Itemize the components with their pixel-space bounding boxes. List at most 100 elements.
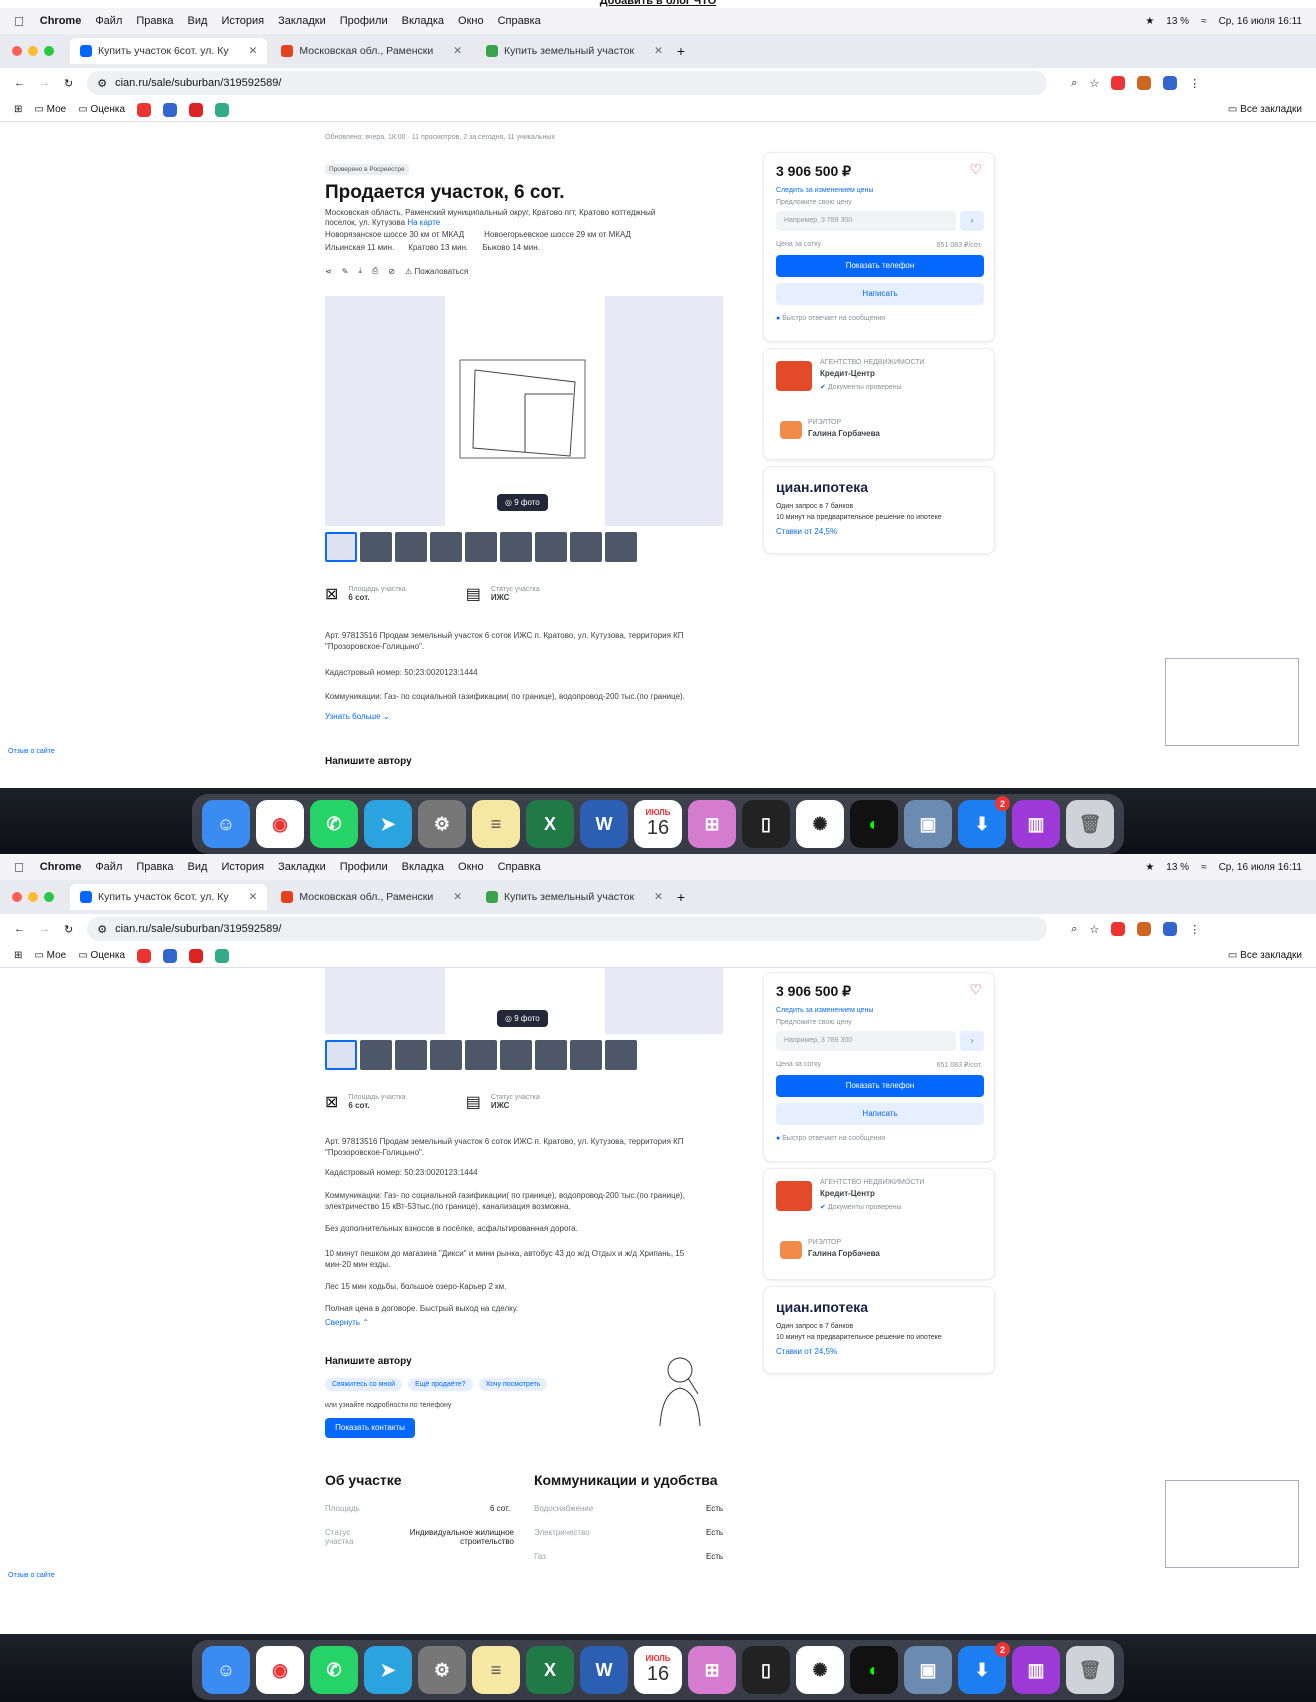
- wifi-icon[interactable]: ≈: [1201, 16, 1207, 27]
- write-button[interactable]: Написать: [776, 283, 984, 305]
- word-icon[interactable]: W: [580, 1646, 628, 1694]
- minimap-preview[interactable]: [1165, 658, 1299, 746]
- reload-icon[interactable]: ↻: [64, 923, 73, 936]
- menu-file[interactable]: Файл: [95, 861, 122, 873]
- zoom-icon[interactable]: ⌕: [1071, 923, 1077, 936]
- agency-name[interactable]: Кредит-Центр: [820, 369, 875, 378]
- forward-icon[interactable]: →: [39, 77, 50, 89]
- calendar-icon[interactable]: ИЮЛЬ 16: [634, 800, 682, 848]
- thumbnail[interactable]: [360, 532, 392, 562]
- menu-bookmarks[interactable]: Закладки: [278, 15, 326, 27]
- iphone-mirroring-icon[interactable]: ▯: [742, 1646, 790, 1694]
- calendar-icon[interactable]: ИЮЛЬ 16: [634, 1646, 682, 1694]
- close-tab-icon[interactable]: ✕: [453, 45, 462, 57]
- notebook-icon[interactable]: ▥: [1012, 1646, 1060, 1694]
- terminal-icon[interactable]: ◐: [850, 800, 898, 848]
- back-icon[interactable]: ←: [14, 77, 25, 89]
- show-less-link[interactable]: Свернуть ⌃: [325, 1318, 369, 1327]
- launchpad-icon[interactable]: ⊞: [688, 1646, 736, 1694]
- photo-gallery[interactable]: ◎ 9 фото: [325, 968, 723, 1034]
- show-contacts-button[interactable]: Показать контакты: [325, 1418, 415, 1438]
- menu-tab[interactable]: Вкладка: [402, 861, 444, 873]
- app-store-icon[interactable]: ⬇ 2: [958, 1642, 1010, 1694]
- menu-app-name[interactable]: Chrome: [40, 15, 82, 27]
- bluetooth-icon[interactable]: ★: [1145, 16, 1154, 27]
- tab-3[interactable]: Купить земельный участок ✕: [476, 38, 673, 64]
- finder-icon[interactable]: ☺: [202, 1646, 250, 1694]
- notes-icon[interactable]: ≡: [472, 1646, 520, 1694]
- preview-icon[interactable]: ▣: [904, 800, 952, 848]
- mortgage-card[interactable]: циан.ипотека Один запрос в 7 банков 10 м…: [763, 1286, 995, 1374]
- bookmark-icon[interactable]: [137, 948, 152, 963]
- thumbnail[interactable]: [430, 1040, 462, 1070]
- whatsapp-icon[interactable]: ✆: [310, 1646, 358, 1694]
- thumbnail[interactable]: [605, 1040, 637, 1070]
- thumbnail[interactable]: [535, 1040, 567, 1070]
- more-icon[interactable]: ⋮: [1189, 923, 1200, 936]
- quick-reply-chip[interactable]: Ещё продаёте?: [408, 1378, 473, 1391]
- realtor-name[interactable]: Галина Горбачева: [808, 429, 880, 438]
- follow-price-link[interactable]: Следить за изменением цены: [776, 187, 873, 194]
- menu-bookmarks[interactable]: Закладки: [278, 861, 326, 873]
- offer-submit-icon[interactable]: ›: [960, 1031, 984, 1051]
- edit-icon[interactable]: ✎: [342, 267, 349, 276]
- show-phone-button[interactable]: Показать телефон: [776, 255, 984, 277]
- site-settings-icon[interactable]: ⚙: [97, 77, 107, 90]
- menu-profiles[interactable]: Профили: [340, 15, 388, 27]
- chatgpt-icon[interactable]: ✺: [796, 1646, 844, 1694]
- menu-window[interactable]: Окно: [458, 861, 484, 873]
- thumbnail[interactable]: [325, 532, 357, 562]
- apple-icon[interactable]: : [14, 14, 24, 29]
- menu-edit[interactable]: Правка: [136, 861, 173, 873]
- bookmark-folder[interactable]: ▭ Оценка: [78, 104, 125, 115]
- zoom-window-button[interactable]: [44, 46, 54, 56]
- complain-button[interactable]: ⚠ Пожаловаться: [405, 267, 468, 276]
- thumbnail[interactable]: [570, 1040, 602, 1070]
- feedback-link[interactable]: Отзыв о сайте: [8, 748, 55, 755]
- new-tab-icon[interactable]: +: [677, 43, 685, 59]
- thumbnail[interactable]: [535, 532, 567, 562]
- clock[interactable]: Ср, 16 июля 16:11: [1219, 862, 1302, 873]
- thumbnail[interactable]: [360, 1040, 392, 1070]
- mortgage-card[interactable]: циан.ипотека Один запрос в 7 банков 10 м…: [763, 466, 995, 554]
- bookmark-icon[interactable]: [189, 948, 204, 963]
- show-more-link[interactable]: Узнать больше ⌄: [325, 712, 390, 721]
- menu-file[interactable]: Файл: [95, 15, 122, 27]
- telegram-icon[interactable]: ➤: [364, 1646, 412, 1694]
- thumbnail[interactable]: [500, 532, 532, 562]
- word-icon[interactable]: W: [580, 800, 628, 848]
- tab-2[interactable]: Московская обл., Раменски ✕: [271, 884, 472, 910]
- extension-icon[interactable]: [1163, 76, 1178, 90]
- print-icon[interactable]: ⎙: [372, 266, 378, 276]
- bookmark-folder[interactable]: ▭ Мое: [34, 104, 66, 115]
- map-link[interactable]: На карте: [407, 218, 440, 227]
- close-tab-icon[interactable]: ✕: [654, 45, 663, 57]
- wifi-icon[interactable]: ≈: [1201, 862, 1207, 873]
- close-tab-icon[interactable]: ✕: [654, 891, 663, 903]
- offer-price-input[interactable]: Например, 3 789 300: [776, 211, 956, 231]
- chrome-icon[interactable]: ◉: [256, 1646, 304, 1694]
- offer-submit-icon[interactable]: ›: [960, 211, 984, 231]
- realtor-name[interactable]: Галина Горбачева: [808, 1249, 880, 1258]
- favorite-heart-icon[interactable]: ♡: [969, 161, 982, 178]
- menu-window[interactable]: Окно: [458, 15, 484, 27]
- bluetooth-icon[interactable]: ★: [1145, 862, 1154, 873]
- menu-history[interactable]: История: [221, 15, 264, 27]
- bookmark-icon[interactable]: [215, 102, 230, 117]
- telegram-icon[interactable]: ➤: [364, 800, 412, 848]
- show-phone-button[interactable]: Показать телефон: [776, 1075, 984, 1097]
- write-button[interactable]: Написать: [776, 1103, 984, 1125]
- menu-view[interactable]: Вид: [188, 861, 208, 873]
- apple-icon[interactable]: : [14, 860, 24, 875]
- finder-icon[interactable]: ☺: [202, 800, 250, 848]
- tab-1[interactable]: Купить участок 6сот. ул. Ку ✕: [70, 884, 268, 910]
- extension-icon[interactable]: [1111, 922, 1126, 936]
- thumbnail[interactable]: [465, 1040, 497, 1070]
- minimize-window-button[interactable]: [28, 46, 38, 56]
- whatsapp-icon[interactable]: ✆: [310, 800, 358, 848]
- notebook-icon[interactable]: ▥: [1012, 800, 1060, 848]
- thumbnail[interactable]: [465, 532, 497, 562]
- photo-count-button[interactable]: ◎ 9 фото: [497, 494, 548, 511]
- bookmark-star-icon[interactable]: ☆: [1089, 923, 1099, 936]
- hide-icon[interactable]: ⊘: [388, 267, 395, 276]
